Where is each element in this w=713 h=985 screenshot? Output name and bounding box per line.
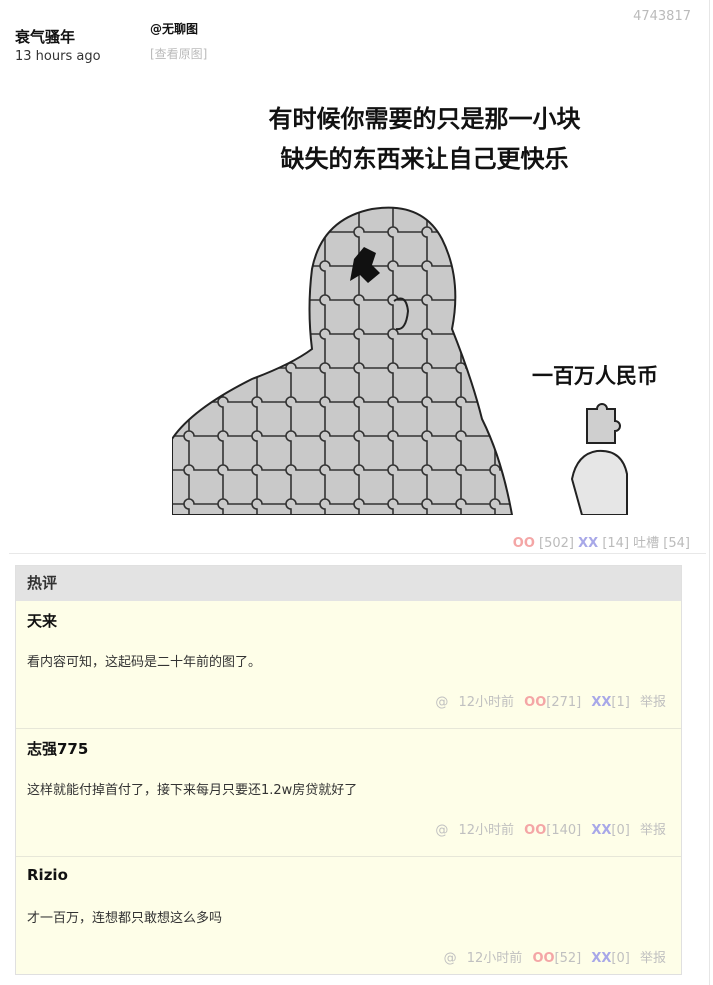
comment-xx-button[interactable]: XX bbox=[591, 951, 611, 966]
post-xx-button[interactable]: XX bbox=[578, 536, 598, 551]
comment-xx-count: [1] bbox=[611, 695, 630, 710]
comment-text: 看内容可知，这起码是二十年前的图了。 bbox=[27, 655, 262, 670]
meme-label: 一百万人民币 bbox=[532, 364, 658, 388]
comment-oo-button[interactable]: OO bbox=[532, 951, 554, 966]
comment-text: 才一百万，连想都只敢想这么多吗 bbox=[27, 911, 223, 926]
reply-at-icon[interactable]: @ bbox=[444, 951, 457, 966]
post-xx-count: [14] bbox=[602, 536, 630, 551]
meme-image[interactable]: 有时候你需要的只是那一小块 缺失的东西来让自己更快乐 一百万人民币 bbox=[172, 79, 677, 515]
comment-report-link[interactable]: 举报 bbox=[640, 951, 666, 966]
reply-at-icon[interactable]: @ bbox=[435, 823, 448, 838]
right-divider bbox=[709, 0, 710, 985]
comment-report-link[interactable]: 举报 bbox=[640, 823, 666, 838]
comment-report-link[interactable]: 举报 bbox=[640, 695, 666, 710]
comment-author[interactable]: Rizio bbox=[27, 866, 68, 884]
comment-item: Rizio 才一百万，连想都只敢想这么多吗 @ 12小时前 OO[52] XX[… bbox=[16, 857, 681, 984]
comment-author[interactable]: 志强775 bbox=[27, 738, 88, 759]
reply-at-icon[interactable]: @ bbox=[435, 695, 448, 710]
post-header: 衰气骚年 13 hours ago bbox=[15, 20, 101, 64]
post-author[interactable]: 衰气骚年 bbox=[15, 26, 101, 47]
comment-time: 12小时前 bbox=[466, 951, 523, 966]
puzzle-head-illustration bbox=[172, 206, 628, 515]
comment-time: 12小时前 bbox=[458, 823, 515, 838]
comment-item: 天来 看内容可知，这起码是二十年前的图了。 @ 12小时前 OO[271] XX… bbox=[16, 601, 681, 729]
section-divider bbox=[9, 553, 706, 554]
post-time: 13 hours ago bbox=[15, 49, 101, 64]
comment-meta: @ 12小时前 OO[271] XX[1] 举报 bbox=[429, 691, 666, 710]
comment-oo-count: [140] bbox=[546, 823, 582, 838]
post-tag[interactable]: @无聊图 bbox=[150, 20, 198, 37]
post-tucao-link[interactable]: 吐槽 [54] bbox=[633, 536, 690, 551]
comment-item: 志强775 这样就能付掉首付了，接下来每月只要还1.2w房贷就好了 @ 12小时… bbox=[16, 729, 681, 857]
comment-oo-button[interactable]: OO bbox=[524, 695, 546, 710]
view-original-link[interactable]: [查看原图] bbox=[150, 45, 207, 62]
comment-xx-button[interactable]: XX bbox=[591, 695, 611, 710]
comment-oo-button[interactable]: OO bbox=[524, 823, 546, 838]
post-oo-button[interactable]: OO bbox=[513, 536, 535, 551]
comment-author[interactable]: 天来 bbox=[27, 610, 57, 631]
post-oo-count: [502] bbox=[539, 536, 575, 551]
post-id[interactable]: 4743817 bbox=[633, 9, 691, 24]
comment-time: 12小时前 bbox=[458, 695, 515, 710]
comment-oo-count: [52] bbox=[554, 951, 582, 966]
comment-text: 这样就能付掉首付了，接下来每月只要还1.2w房贷就好了 bbox=[27, 783, 358, 798]
comment-xx-count: [0] bbox=[611, 823, 630, 838]
comment-xx-button[interactable]: XX bbox=[591, 823, 611, 838]
comment-meta: @ 12小时前 OO[140] XX[0] 举报 bbox=[429, 819, 666, 838]
comment-oo-count: [271] bbox=[546, 695, 582, 710]
comment-meta: @ 12小时前 OO[52] XX[0] 举报 bbox=[438, 947, 666, 966]
hot-comments-title: 热评 bbox=[16, 566, 681, 601]
hot-comments-panel: 热评 天来 看内容可知，这起码是二十年前的图了。 @ 12小时前 OO[271]… bbox=[15, 565, 682, 975]
comment-xx-count: [0] bbox=[611, 951, 630, 966]
post-votes: OO [502] XX [14] 吐槽 [54] bbox=[513, 532, 690, 551]
